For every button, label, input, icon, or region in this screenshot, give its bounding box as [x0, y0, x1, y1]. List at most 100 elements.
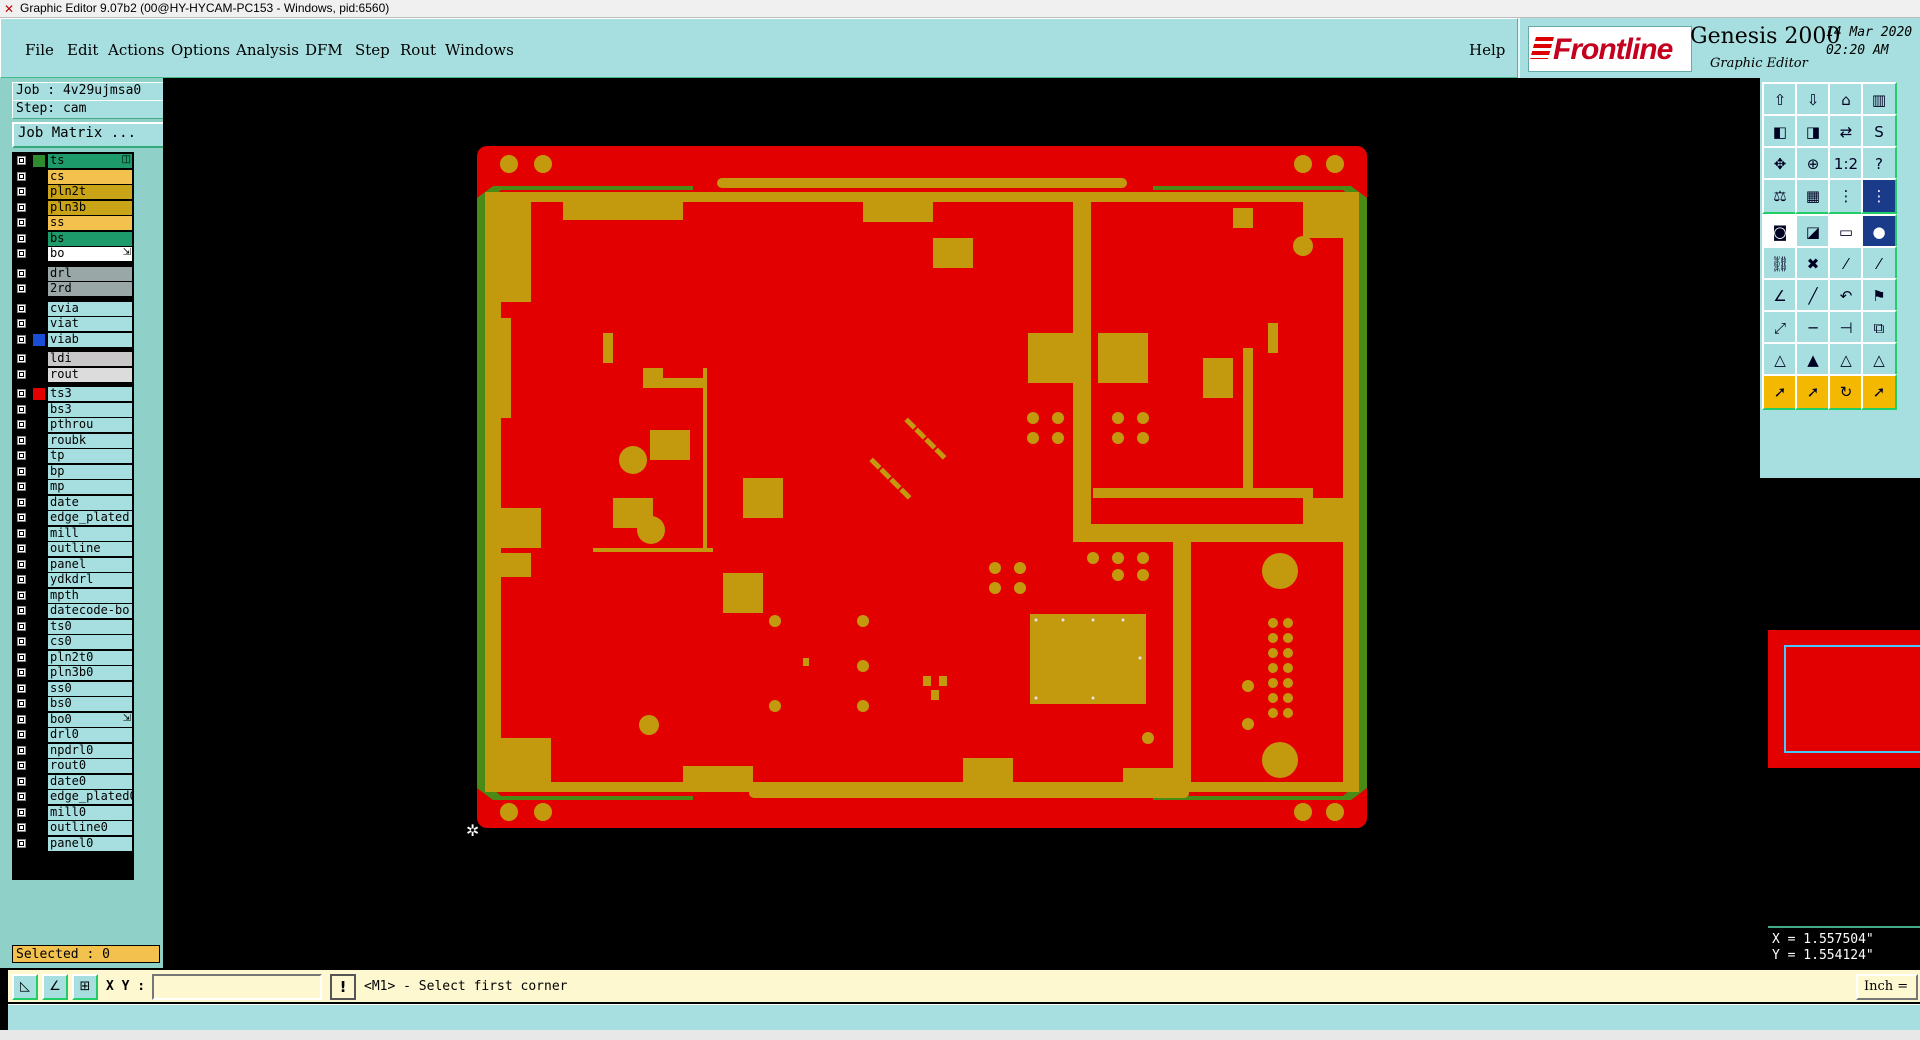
layer-name[interactable]: npdrl0	[48, 743, 132, 758]
layer-color-swatch[interactable]	[33, 837, 45, 850]
layer-name[interactable]: outline	[48, 542, 132, 556]
edit-icon[interactable]: ◪	[1795, 214, 1831, 250]
overview-map[interactable]	[1768, 630, 1920, 768]
layer-color-swatch[interactable]	[33, 465, 45, 478]
layer-name[interactable]: mpth	[48, 588, 132, 603]
layer-checkbox[interactable]	[17, 303, 26, 313]
graphic-canvas[interactable]: ✲	[163, 78, 1760, 968]
grid-icon[interactable]: ▦	[1795, 178, 1831, 214]
layer-name[interactable]: cvia	[48, 301, 132, 316]
layer-name[interactable]: mill	[48, 526, 132, 541]
layer-name[interactable]: pln3b0	[48, 666, 132, 680]
grid-mode-icon[interactable]: ⊞	[72, 974, 98, 1000]
layer-color-swatch[interactable]	[33, 806, 45, 819]
layer-row-bs3[interactable]: bs3	[12, 402, 134, 417]
layer-checkbox[interactable]	[17, 590, 26, 600]
layer-name[interactable]: bo	[48, 247, 132, 261]
layer-name[interactable]: viat	[48, 317, 132, 331]
unit-selector[interactable]: Inch =	[1856, 974, 1918, 1000]
layer-row-bo0[interactable]: bo0 ⇲	[12, 712, 134, 727]
layer-name[interactable]: ss	[48, 216, 132, 230]
layer-color-swatch[interactable]	[33, 267, 45, 280]
layer-name[interactable]: mp	[48, 480, 132, 494]
layer-checkbox[interactable]	[17, 187, 26, 196]
layer-row-drl[interactable]: drl	[12, 266, 134, 281]
layer-row-edge_plated0[interactable]: edge_plated0	[12, 790, 134, 804]
triangle-alt-icon[interactable]: △	[1861, 342, 1897, 378]
layer-checkbox[interactable]	[17, 745, 26, 755]
layer-checkbox[interactable]	[17, 451, 26, 460]
pointer-select-icon[interactable]: ➚	[1795, 374, 1831, 410]
layer-color-swatch[interactable]	[33, 512, 45, 524]
measure-icon[interactable]: ⚖	[1762, 178, 1798, 214]
layer-color-swatch[interactable]	[33, 419, 45, 431]
layer-name[interactable]: ts	[48, 154, 132, 168]
layer-name[interactable]: mill0	[48, 805, 132, 820]
layer-color-swatch[interactable]	[33, 283, 45, 295]
layer-row-ts0[interactable]: ts0	[12, 619, 134, 634]
layer-name[interactable]: roubk	[48, 433, 132, 448]
layer-color-swatch[interactable]	[33, 496, 45, 509]
layer-name[interactable]: bs	[48, 231, 132, 246]
overview-viewport-frame[interactable]	[1784, 645, 1920, 753]
mirror-icon[interactable]: ⇄	[1828, 114, 1864, 150]
window-icon[interactable]: ▥	[1861, 82, 1897, 118]
node-alt-icon[interactable]: ⁄	[1861, 246, 1897, 282]
warning-button[interactable]: !	[330, 974, 356, 1000]
layer-color-swatch[interactable]	[33, 589, 45, 602]
pcb-view[interactable]	[163, 78, 1760, 968]
layer-color-swatch[interactable]	[33, 636, 45, 648]
layer-row-npdrl0[interactable]: npdrl0	[12, 743, 134, 758]
menu-step[interactable]: Step	[355, 41, 390, 59]
layer-row-roubk[interactable]: roubk	[12, 433, 134, 448]
layer-row-rout0[interactable]: rout0	[12, 759, 134, 773]
snap-alt-icon[interactable]: ⋮	[1861, 178, 1897, 214]
layer-checkbox[interactable]	[17, 730, 26, 739]
layer-checkbox[interactable]	[17, 714, 26, 724]
layer-color-swatch[interactable]	[33, 217, 45, 229]
layer-checkbox[interactable]	[17, 319, 26, 328]
layer-name[interactable]: cs	[48, 169, 132, 184]
layer-name[interactable]: ts3	[48, 387, 132, 401]
layer-color-swatch[interactable]	[33, 333, 45, 346]
hline-icon[interactable]: ─	[1795, 310, 1831, 346]
pointer-icon[interactable]: ➚	[1762, 374, 1798, 410]
line-icon[interactable]: ╱	[1795, 278, 1831, 314]
layer-color-swatch[interactable]	[33, 434, 45, 447]
layer-name[interactable]: bs0	[48, 697, 132, 711]
layer-down-icon[interactable]: ⇩	[1795, 82, 1831, 118]
pan-left-icon[interactable]: ◧	[1762, 114, 1798, 150]
layer-color-swatch[interactable]	[33, 775, 45, 788]
layer-name[interactable]: edge_plated	[48, 511, 132, 525]
layer-row-outline0[interactable]: outline0	[12, 821, 134, 835]
layer-row-cvia[interactable]: cvia	[12, 301, 134, 316]
menu-actions[interactable]: Actions	[108, 41, 164, 59]
zoom-1-2-icon[interactable]: 1:2	[1828, 146, 1864, 182]
layer-checkbox[interactable]	[17, 171, 26, 181]
layer-row-bs[interactable]: bs	[12, 231, 134, 246]
node-icon[interactable]: ⁄	[1828, 246, 1864, 282]
layer-name[interactable]: 2rd	[48, 282, 132, 296]
layer-checkbox[interactable]	[17, 683, 26, 693]
pad-icon[interactable]: ◙	[1762, 214, 1798, 250]
layer-name[interactable]: pln2t	[48, 185, 132, 199]
layer-color-swatch[interactable]	[33, 713, 45, 726]
layer-color-swatch[interactable]	[33, 318, 45, 330]
layer-up-icon[interactable]: ⇧	[1762, 82, 1798, 118]
layer-checkbox[interactable]	[17, 268, 26, 278]
layer-row-date0[interactable]: date0	[12, 774, 134, 789]
layer-name[interactable]: date	[48, 495, 132, 510]
angle-icon[interactable]: ∠	[1762, 278, 1798, 314]
layer-row-2rd[interactable]: 2rd	[12, 282, 134, 296]
layer-checkbox[interactable]	[17, 559, 26, 569]
menu-options[interactable]: Options	[171, 41, 230, 59]
layer-checkbox[interactable]	[17, 823, 26, 832]
layer-row-panel[interactable]: panel	[12, 557, 134, 572]
layer-name[interactable]: ts0	[48, 619, 132, 634]
zoom-center-icon[interactable]: ⊕	[1795, 146, 1831, 182]
layer-name[interactable]: drl0	[48, 728, 132, 742]
layer-color-swatch[interactable]	[33, 232, 45, 245]
layer-color-swatch[interactable]	[33, 450, 45, 462]
layer-color-swatch[interactable]	[33, 729, 45, 741]
home-icon[interactable]: ⌂	[1828, 82, 1864, 118]
